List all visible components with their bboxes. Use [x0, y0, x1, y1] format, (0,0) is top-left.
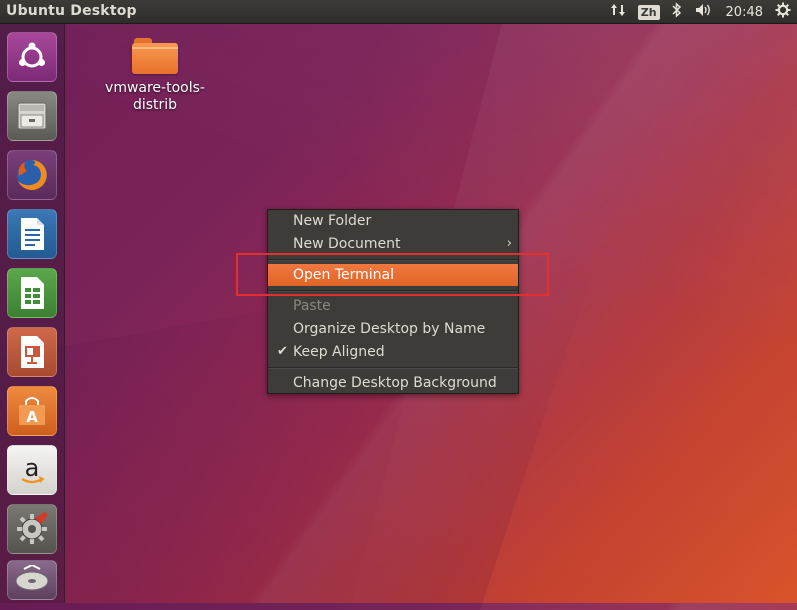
desktop-icon-label: vmware-tools-distrib — [105, 80, 205, 113]
dvd-icon[interactable] — [7, 560, 57, 600]
firefox-icon[interactable] — [7, 150, 57, 200]
ubuntu-dash-icon[interactable] — [7, 32, 57, 82]
power-gear-icon[interactable] — [775, 2, 791, 22]
network-arrows-icon[interactable] — [610, 2, 626, 22]
checkmark-icon: ✔ — [277, 344, 288, 359]
system-settings-icon[interactable] — [7, 504, 57, 554]
top-panel: Ubuntu Desktop Zh 20:48 — [0, 0, 797, 24]
indicator-area: Zh 20:48 — [610, 0, 791, 24]
libreoffice-impress-icon[interactable] — [7, 327, 57, 377]
software-center-icon[interactable]: A — [7, 386, 57, 436]
menu-item-label: Paste — [293, 298, 331, 314]
keyboard-layout-icon[interactable]: Zh — [637, 4, 660, 20]
files-icon[interactable] — [7, 91, 57, 141]
menu-separator — [268, 367, 518, 369]
menu-item-organize-desktop[interactable]: Organize Desktop by Name — [268, 318, 518, 340]
menu-item-label: Keep Aligned — [293, 344, 385, 360]
svg-text:A: A — [26, 408, 38, 426]
clock[interactable]: 20:48 — [726, 5, 763, 20]
menu-item-label: New Folder — [293, 213, 372, 229]
menu-item-keep-aligned[interactable]: ✔ Keep Aligned — [268, 341, 518, 363]
desktop-context-menu: New Folder New Document › Open Terminal … — [267, 209, 519, 394]
menu-item-label: Change Desktop Background — [293, 375, 497, 391]
menu-item-label: Organize Desktop by Name — [293, 321, 486, 337]
desktop-folder-vmware-tools[interactable]: vmware-tools-distrib — [95, 36, 215, 114]
menu-item-change-background[interactable]: Change Desktop Background — [268, 372, 518, 394]
libreoffice-writer-icon[interactable] — [7, 209, 57, 259]
menu-item-new-document[interactable]: New Document › — [268, 233, 518, 255]
volume-icon[interactable] — [694, 2, 714, 22]
bluetooth-icon[interactable] — [672, 2, 682, 22]
app-title: Ubuntu Desktop — [6, 3, 137, 19]
annotation-highlight-box — [236, 253, 549, 296]
libreoffice-calc-icon[interactable] — [7, 268, 57, 318]
amazon-icon[interactable]: a — [7, 445, 57, 495]
folder-icon — [132, 36, 178, 74]
menu-item-new-folder[interactable]: New Folder — [268, 210, 518, 232]
svg-text:a: a — [25, 454, 40, 482]
menu-item-paste: Paste — [268, 295, 518, 317]
menu-item-label: New Document — [293, 236, 401, 252]
launcher: A a — [0, 24, 65, 603]
chevron-right-icon: › — [506, 236, 512, 251]
